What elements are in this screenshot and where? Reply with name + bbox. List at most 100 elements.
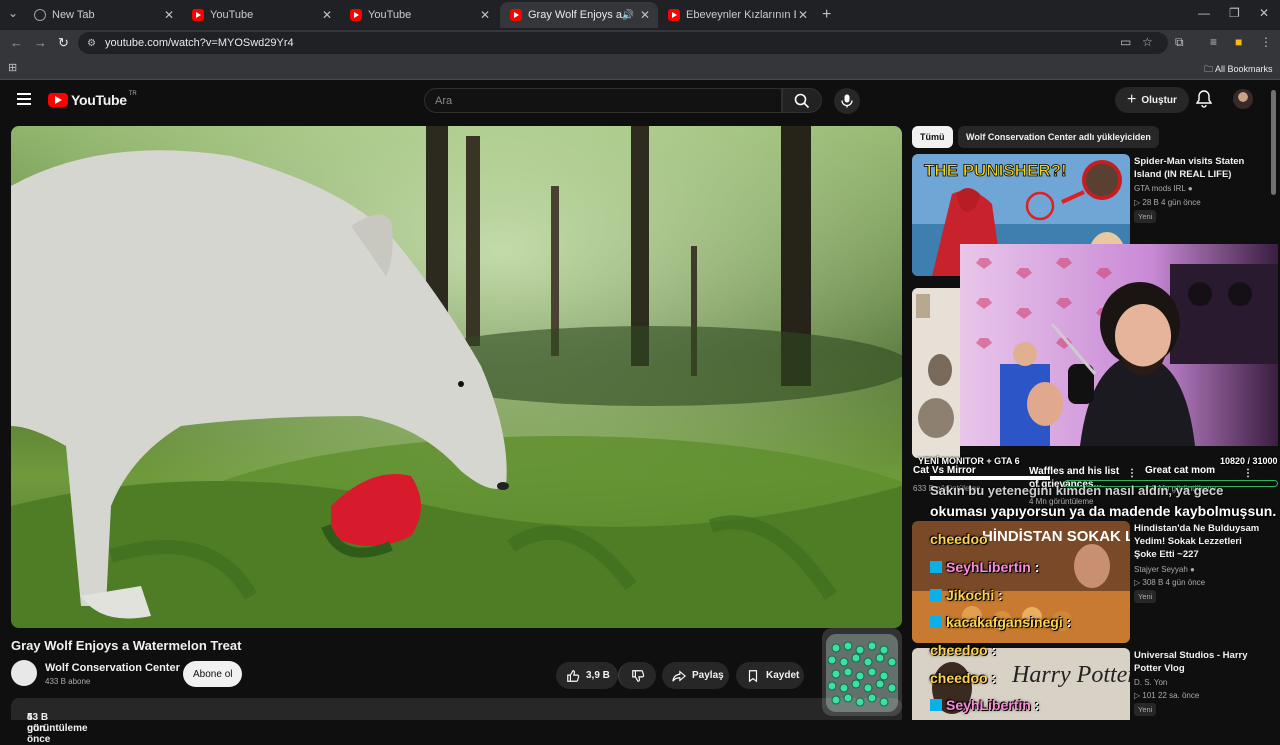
recommendation-channel[interactable]: Stajyer Seyyah — [1134, 565, 1188, 574]
badge-icon — [930, 699, 942, 711]
thumbnail-caption: Harry Potter vlog — [1011, 662, 1130, 688]
hamburger-menu-icon[interactable] — [17, 93, 31, 105]
youtube-logo[interactable]: YouTube TR — [48, 91, 137, 108]
streamer-webcam-overlay — [960, 244, 1278, 446]
save-button[interactable]: Kaydet — [736, 662, 804, 689]
video-player[interactable] — [11, 126, 902, 628]
recommendation-stats: ▷ 308 B 4 gün önce — [1134, 578, 1206, 587]
minimize-button[interactable]: — — [1198, 6, 1210, 20]
close-tab-icon[interactable]: ✕ — [798, 8, 808, 22]
new-badge: Yeni — [1134, 703, 1157, 716]
tab-search-icon[interactable]: ⌄ — [8, 6, 18, 20]
bookmark-icon — [748, 669, 758, 682]
thumbs-down-icon — [631, 669, 644, 682]
chip-all[interactable]: Tümü — [912, 126, 953, 148]
search-button[interactable] — [782, 88, 822, 113]
more-options-icon[interactable]: ⋮ — [1243, 468, 1253, 479]
tab-youtube-2[interactable]: YouTube ✕ — [340, 2, 498, 28]
youtube-favicon-icon — [350, 9, 362, 21]
plus-icon: + — [1127, 91, 1137, 108]
short-title[interactable]: Cat Vs Mirror — [913, 465, 976, 476]
share-button[interactable]: Paylaş — [662, 662, 729, 689]
recommendation-title[interactable]: Spider-Man visits Staten Island (IN REAL… — [1134, 155, 1264, 181]
reload-button[interactable]: ↻ — [58, 35, 69, 51]
address-toolbar: ← → ↻ ⚙ youtube.com/watch?v=MYOSwd29Yr4 … — [0, 30, 1280, 56]
upload-age: 5 gün önce — [27, 712, 51, 745]
stream-message-line2: okuması yapıyorsun ya da madende kaybolm… — [930, 503, 1277, 519]
notifications-bell-icon[interactable] — [1196, 90, 1212, 108]
bookmark-star-icon[interactable]: ☆ — [1142, 35, 1153, 49]
media-icon[interactable]: ≡ — [1210, 35, 1217, 49]
omnibox[interactable]: ⚙ youtube.com/watch?v=MYOSwd29Yr4 — [78, 32, 1168, 54]
video-frame-wolf-watermelon — [11, 126, 902, 628]
recommendation-stats: ▷ 101 22 sa. önce — [1134, 691, 1200, 700]
search-box — [424, 88, 782, 113]
stream-sticker-jar — [822, 628, 902, 716]
video-title: Gray Wolf Enjoys a Watermelon Treat — [11, 638, 242, 653]
chat-message: cheedoo : — [930, 642, 997, 658]
description-box[interactable]: 43 B görüntüleme 5 gün önce — [11, 698, 902, 745]
all-bookmarks-button[interactable]: 🗀 All Bookmarks — [1204, 62, 1273, 78]
recommendation-channel[interactable]: D. S. Yon — [1134, 678, 1167, 687]
dislike-button[interactable] — [618, 662, 656, 689]
browser-tab-bar: ⌄ New Tab ✕ YouTube ✕ YouTube ✕ Gray Wol… — [0, 0, 1280, 30]
search-input[interactable] — [425, 89, 781, 113]
chat-message: Jikochi : — [930, 587, 1003, 603]
extensions-icon[interactable]: ⧉ — [1175, 35, 1184, 50]
verified-icon: ● — [1190, 565, 1195, 574]
profile-extension-icon[interactable]: ■ — [1235, 35, 1242, 49]
short-title[interactable]: Great cat mom — [1145, 465, 1215, 476]
close-tab-icon[interactable]: ✕ — [322, 8, 332, 22]
chat-message: cheedoo — [930, 531, 988, 547]
badge-icon — [930, 561, 942, 573]
search-icon — [794, 93, 810, 108]
more-menu-icon[interactable]: ⋮ — [1260, 35, 1272, 49]
tab-parents-video[interactable]: Ebeveynler Kızlarının Erkek Arkadaşını ✕ — [658, 2, 816, 28]
close-tab-icon[interactable]: ✕ — [640, 8, 650, 22]
globe-icon — [34, 9, 46, 21]
verified-icon: ● — [1187, 184, 1193, 193]
create-button[interactable]: + Oluştur — [1115, 87, 1189, 113]
chat-message: SeyhLibertin : — [930, 559, 1039, 575]
subscriber-count: 433 B abone — [45, 677, 91, 686]
recommendation-channel[interactable]: GTA mods IRL — [1134, 184, 1186, 193]
new-tab-button[interactable]: + — [822, 6, 831, 24]
tab-active-video[interactable]: Gray Wolf Enjoys a Watermelon 🔊 ✕ — [500, 2, 658, 28]
voice-search-button[interactable] — [834, 88, 860, 114]
microphone-icon — [841, 94, 853, 108]
tab-new-tab[interactable]: New Tab ✕ — [24, 2, 182, 28]
youtube-favicon-icon — [192, 9, 204, 21]
apps-grid-icon[interactable]: ⊞ — [8, 61, 17, 74]
tab-youtube-1[interactable]: YouTube ✕ — [182, 2, 340, 28]
restore-button[interactable]: ❐ — [1229, 6, 1240, 20]
more-options-icon[interactable]: ⋮ — [1127, 468, 1137, 479]
youtube-favicon-icon — [668, 9, 680, 21]
thumbnail-caption: THE PUNISHER?! — [924, 161, 1067, 180]
subscribe-button[interactable]: Abone ol — [183, 661, 243, 687]
like-button[interactable]: 3,9 B — [556, 662, 618, 689]
cast-icon[interactable]: ▭ — [1120, 35, 1131, 49]
folder-icon: 🗀 — [1204, 64, 1214, 74]
speaker-icon[interactable]: 🔊 — [622, 10, 634, 21]
youtube-header: YouTube TR + Oluştur — [0, 80, 1280, 120]
close-window-button[interactable]: ✕ — [1259, 6, 1269, 20]
badge-icon — [930, 616, 942, 628]
url-text[interactable]: youtube.com/watch?v=MYOSwd29Yr4 — [105, 37, 294, 49]
channel-avatar[interactable] — [11, 660, 37, 686]
chip-from-uploader[interactable]: Wolf Conservation Center adlı yükleyicid… — [958, 126, 1159, 148]
thumbs-up-icon — [567, 669, 580, 682]
forward-button[interactable]: → — [34, 35, 47, 50]
channel-name[interactable]: Wolf Conservation Center — [45, 662, 180, 674]
shorts-thumbnail-cat-mirror[interactable] — [912, 288, 960, 458]
close-tab-icon[interactable]: ✕ — [480, 8, 490, 22]
account-avatar[interactable] — [1233, 89, 1253, 109]
chat-message: SeyhLibertin : — [930, 697, 1039, 713]
close-tab-icon[interactable]: ✕ — [164, 8, 174, 22]
back-button[interactable]: ← — [10, 35, 23, 50]
recommendation-title[interactable]: Hindistan'da Ne Bulduysam Yedim! Sokak L… — [1134, 522, 1264, 561]
jar-graphic — [826, 634, 898, 712]
share-icon — [672, 669, 686, 682]
recommendation-title[interactable]: Universal Studios - Harry Potter Vlog — [1134, 649, 1264, 675]
site-info-icon[interactable]: ⚙ — [87, 38, 96, 49]
new-badge: Yeni — [1134, 210, 1157, 223]
